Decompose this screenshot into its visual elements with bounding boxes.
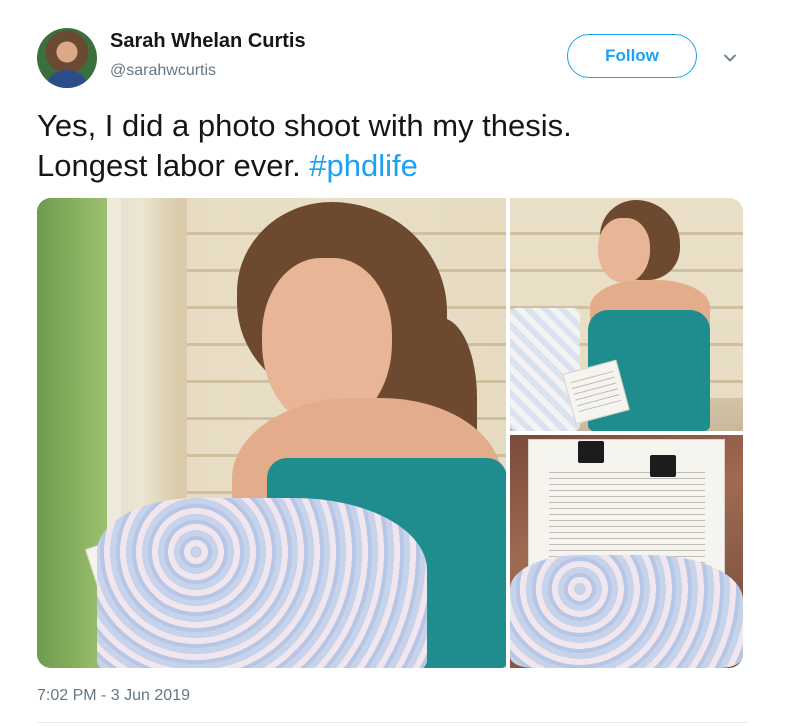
- photo-1[interactable]: [37, 198, 506, 668]
- photo-3[interactable]: [510, 435, 743, 668]
- tweet-text: Yes, I did a photo shoot with my thesis.…: [37, 106, 737, 186]
- avatar[interactable]: [37, 28, 97, 88]
- divider: [37, 722, 749, 723]
- crocheted-blanket: [510, 555, 743, 668]
- media-grid: [37, 198, 743, 668]
- chevron-down-icon[interactable]: [722, 50, 738, 66]
- tweet-line-2-text: Longest labor ever.: [37, 148, 310, 183]
- author-name[interactable]: Sarah Whelan Curtis: [110, 30, 306, 53]
- binder-clip: [650, 455, 676, 477]
- timestamp[interactable]: 7:02 PM - 3 Jun 2019: [37, 687, 190, 705]
- binder-clip: [578, 441, 604, 463]
- crocheted-blanket: [97, 498, 427, 668]
- author-handle[interactable]: @sarahwcurtis: [110, 62, 216, 80]
- follow-button[interactable]: Follow: [567, 34, 697, 78]
- avatar-shirt-shape: [47, 70, 87, 88]
- hashtag-link[interactable]: #phdlife: [309, 148, 418, 183]
- photo-2[interactable]: [510, 198, 743, 431]
- tweet-line-2: Longest labor ever. #phdlife: [37, 146, 737, 186]
- patterned-chair: [510, 308, 580, 431]
- tweet-line-1: Yes, I did a photo shoot with my thesis.: [37, 108, 572, 143]
- face-shape: [598, 218, 650, 283]
